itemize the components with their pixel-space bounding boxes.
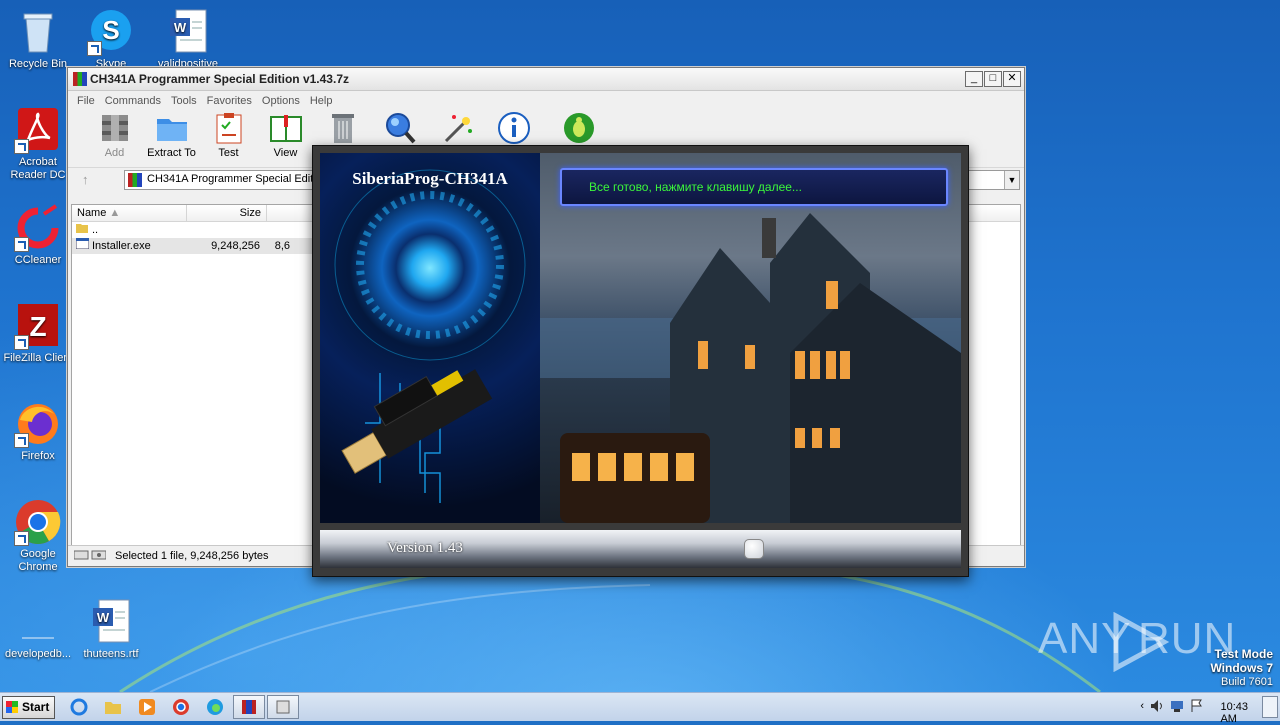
network-icon[interactable]: [1170, 699, 1184, 716]
close-button[interactable]: ✕: [1003, 71, 1021, 87]
desktop-icon-skype[interactable]: S Skype: [73, 8, 149, 71]
desktop: Recycle Bin S Skype W validpositive Acro…: [0, 0, 1280, 692]
column-size[interactable]: Size: [187, 205, 267, 221]
ccleaner-icon: [14, 204, 62, 252]
installer-title: SiberiaProg-CH341A: [352, 169, 508, 188]
installer-message-box: Все готово, нажмите клавишу далее...: [560, 168, 948, 206]
edge-icon[interactable]: [206, 698, 224, 716]
firefox-icon: [14, 400, 62, 448]
desktop-icon-thuteens[interactable]: W thuteens.rtf: [73, 598, 149, 661]
extract-to-button[interactable]: Extract To: [143, 111, 200, 159]
desktop-icon-recycle-bin[interactable]: Recycle Bin: [0, 8, 76, 71]
acrobat-icon: [14, 106, 62, 154]
ie-icon[interactable]: [70, 698, 88, 716]
add-button[interactable]: Add: [86, 111, 143, 159]
media-player-icon[interactable]: [138, 698, 156, 716]
windows-flag-icon: [6, 701, 18, 713]
desktop-icon-chrome[interactable]: Google Chrome: [0, 498, 76, 574]
add-archive-icon: [98, 111, 132, 145]
maximize-button[interactable]: □: [984, 71, 1002, 87]
svg-text:W: W: [174, 20, 187, 35]
minimize-button[interactable]: _: [965, 71, 983, 87]
archive-icon: [128, 173, 142, 187]
sort-up-icon: ▲: [109, 207, 121, 219]
test-button[interactable]: Test: [200, 111, 257, 159]
extract-folder-icon: [155, 111, 189, 145]
delete-button[interactable]: [314, 111, 371, 147]
desktop-icon-validpositive[interactable]: W validpositive: [150, 8, 226, 71]
installer-message: Все готово, нажмите клавишу далее...: [589, 180, 802, 194]
menu-tools[interactable]: Tools: [166, 95, 202, 107]
menu-file[interactable]: File: [72, 95, 100, 107]
menu-favorites[interactable]: Favorites: [202, 95, 257, 107]
info-icon: [497, 111, 531, 145]
installer-artwork: Все готово, нажмите клавишу далее...: [540, 153, 961, 523]
view-book-icon: [269, 111, 303, 145]
drive-icon: [73, 550, 107, 560]
bug-icon: [562, 111, 596, 145]
magic-wand-icon: [440, 111, 474, 145]
show-desktop-button[interactable]: [1262, 696, 1278, 718]
chrome-icon: [14, 498, 62, 546]
info-button[interactable]: [485, 111, 542, 147]
installer-bottom-bar: Version 1.43: [320, 530, 961, 568]
chevron-down-icon[interactable]: ▼: [1004, 171, 1019, 189]
installer-splash[interactable]: SiberiaProg-CH341A Все готово, нажмите к…: [312, 145, 969, 577]
programmer-device-image: [334, 169, 526, 503]
menu-help[interactable]: Help: [305, 95, 338, 107]
desktop-icon-filezilla[interactable]: Z FileZilla Client: [0, 302, 76, 365]
exe-file-icon: [72, 237, 92, 254]
action-center-flag-icon[interactable]: [1190, 699, 1204, 716]
taskbar-clock[interactable]: 10:43 AM: [1220, 701, 1248, 725]
taskbar: Start ‹ 10:43 AM: [0, 692, 1280, 725]
start-button[interactable]: Start: [2, 696, 55, 719]
column-name[interactable]: Name ▲: [72, 205, 187, 221]
desktop-icon-acrobat[interactable]: Acrobat Reader DC: [0, 106, 76, 182]
installer-version: Version 1.43: [387, 540, 463, 556]
house-illustration: [540, 213, 961, 523]
word-document-icon: W: [164, 8, 212, 56]
svg-text:Z: Z: [29, 311, 46, 342]
magnifier-icon: [383, 111, 417, 145]
installer-left-panel: SiberiaProg-CH341A: [320, 153, 540, 523]
test-mode-notice: Test Mode Windows 7 Build 7601: [1210, 647, 1273, 689]
winrar-icon: [73, 72, 87, 86]
window-titlebar[interactable]: CH341A Programmer Special Edition v1.43.…: [68, 68, 1024, 91]
recycle-bin-icon: [14, 8, 62, 56]
tray-expand-icon[interactable]: ‹: [1140, 700, 1144, 712]
wizard-button[interactable]: [428, 111, 485, 147]
table-row[interactable]: Installer.exe 9,248,256 8,6: [72, 237, 312, 254]
menu-options[interactable]: Options: [257, 95, 305, 107]
desktop-icon-ccleaner[interactable]: CCleaner: [0, 204, 76, 267]
up-arrow-icon[interactable]: ↑: [82, 172, 89, 187]
blank-file-icon: [14, 598, 62, 646]
view-button[interactable]: View: [257, 111, 314, 159]
taskbar-winrar[interactable]: [233, 695, 265, 719]
chrome-icon[interactable]: [172, 698, 190, 716]
trash-icon: [326, 111, 360, 145]
taskbar-installer[interactable]: [267, 695, 299, 719]
explorer-icon[interactable]: [104, 698, 122, 716]
word-document-icon: W: [87, 598, 135, 646]
svg-text:W: W: [97, 610, 110, 625]
test-clipboard-icon: [212, 111, 246, 145]
next-button[interactable]: [744, 539, 764, 559]
status-text: Selected 1 file, 9,248,256 bytes: [115, 550, 269, 562]
desktop-icon-firefox[interactable]: Firefox: [0, 400, 76, 463]
find-button[interactable]: [371, 111, 428, 147]
anyrun-watermark: ANY RUN: [1038, 610, 1238, 672]
menu-bar: File Commands Tools Favorites Options He…: [68, 91, 1024, 111]
skype-icon: S: [87, 8, 135, 56]
folder-up-icon: [72, 222, 92, 238]
menu-commands[interactable]: Commands: [100, 95, 166, 107]
filezilla-icon: Z: [14, 302, 62, 350]
volume-icon[interactable]: [1150, 699, 1164, 716]
virus-scan-button[interactable]: [550, 111, 607, 147]
svg-text:S: S: [102, 15, 119, 45]
window-title: CH341A Programmer Special Edition v1.43.…: [90, 72, 349, 86]
column-packed[interactable]: [267, 205, 318, 221]
desktop-icon-developedb[interactable]: developedb...: [0, 598, 76, 661]
